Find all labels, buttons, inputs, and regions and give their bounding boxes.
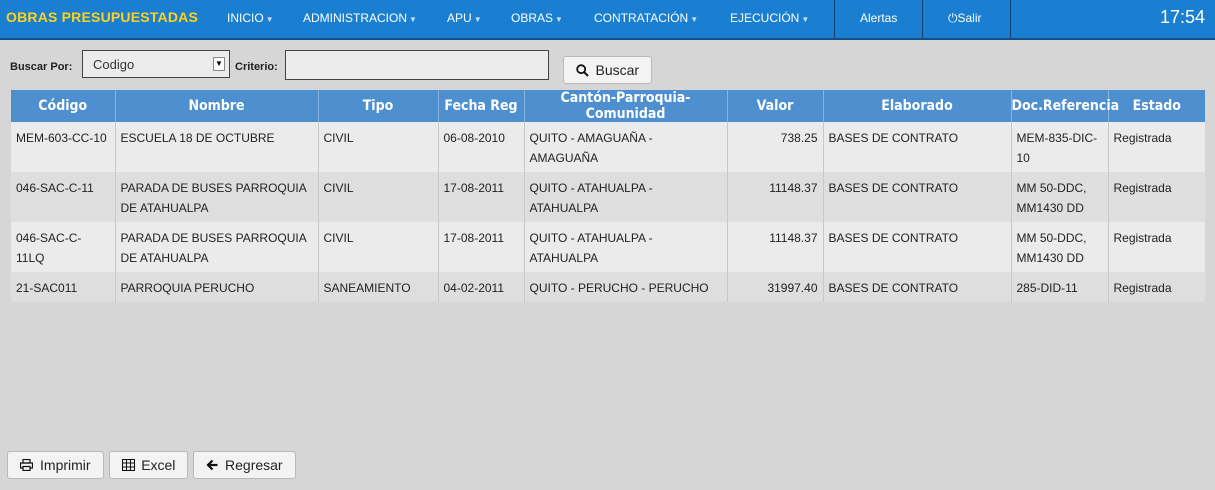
cell-valor: 11148.37 [727, 172, 824, 222]
nav-divider [922, 0, 923, 38]
cell-nombre: PARROQUIA PERUCHO [115, 272, 319, 302]
menu-ejecucion-label: EJECUCIÓN [730, 11, 800, 25]
nav-divider [834, 0, 835, 38]
cell-tipo: SANEAMIENTO [318, 272, 439, 302]
cell-estado: Registrada [1108, 122, 1205, 172]
header-elaborado[interactable]: Elaborado [823, 90, 1012, 122]
chevron-down-icon[interactable]: ▼ [213, 57, 225, 71]
cell-nombre: PARADA DE BUSES PARROQUIA DE ATAHUALPA [115, 222, 319, 272]
excel-label: Excel [141, 457, 176, 473]
clock: 17:54 [1159, 7, 1205, 27]
header-tipo[interactable]: Tipo [318, 90, 439, 122]
regresar-label: Regresar [225, 457, 283, 473]
table-row[interactable]: 21-SAC011 PARROQUIA PERUCHO SANEAMIENTO … [11, 272, 1205, 302]
cell-ubicacion: QUITO - AMAGUAÑA - AMAGUAÑA [524, 122, 728, 172]
cell-estado: Registrada [1108, 222, 1205, 272]
cell-tipo: CIVIL [318, 172, 439, 222]
alerts-link[interactable]: Alertas [860, 11, 897, 25]
criterio-input[interactable] [285, 50, 549, 80]
buscar-por-label: Buscar Por: [10, 61, 73, 73]
chevron-down-icon: ▼ [555, 15, 563, 24]
cell-valor: 11148.37 [727, 222, 824, 272]
table-icon [121, 458, 139, 473]
logout-label: Salir [957, 11, 982, 25]
menu-administracion[interactable]: ADMINISTRACION ▼ [303, 11, 417, 25]
nav-divider [1010, 0, 1011, 38]
excel-button[interactable]: Excel [109, 451, 188, 479]
cell-elaborado: BASES DE CONTRATO [823, 272, 1012, 302]
menu-contratacion[interactable]: CONTRATACIÓN ▼ [594, 11, 698, 25]
menu-contratacion-label: CONTRATACIÓN [594, 11, 689, 25]
menu-administracion-label: ADMINISTRACION [303, 11, 408, 25]
header-codigo[interactable]: Código [11, 90, 116, 122]
header-fecha-reg[interactable]: Fecha Reg [438, 90, 525, 122]
chevron-down-icon: ▼ [473, 15, 482, 24]
header-nombre[interactable]: Nombre [115, 90, 319, 122]
cell-elaborado: BASES DE CONTRATO [823, 172, 1012, 222]
cell-doc-referencia: MM 50-DDC, MM1430 DD [1011, 222, 1109, 272]
imprimir-button[interactable]: Imprimir [7, 451, 104, 479]
chevron-down-icon: ▼ [265, 15, 274, 24]
cell-estado: Registrada [1108, 272, 1205, 302]
chevron-down-icon: ▼ [801, 15, 810, 24]
cell-estado: Registrada [1108, 172, 1205, 222]
cell-doc-referencia: MEM-835-DIC-10 [1011, 122, 1109, 172]
cell-fecha: 04-02-2011 [438, 272, 525, 302]
menu-inicio[interactable]: INICIO ▼ [227, 11, 274, 25]
table-row[interactable]: MEM-603-CC-10 ESCUELA 18 DE OCTUBRE CIVI… [11, 122, 1205, 172]
cell-tipo: CIVIL [318, 222, 439, 272]
buscar-button[interactable]: Buscar [563, 56, 652, 84]
cell-codigo: MEM-603-CC-10 [11, 122, 116, 172]
chevron-down-icon: ▼ [409, 15, 417, 24]
search-icon [576, 63, 593, 78]
menu-apu-label: APU [447, 11, 472, 25]
cell-codigo: 046-SAC-C-11LQ [11, 222, 116, 272]
menu-obras-label: OBRAS [511, 11, 554, 25]
menu-ejecucion[interactable]: EJECUCIÓN ▼ [730, 11, 809, 25]
table-row[interactable]: 046-SAC-C-11LQ PARADA DE BUSES PARROQUIA… [11, 222, 1205, 272]
buscar-por-select[interactable]: Codigo ▼ [82, 50, 230, 78]
chevron-down-icon: ▼ [690, 15, 699, 24]
criterio-label: Criterio: [235, 61, 278, 73]
cell-valor: 738.25 [727, 122, 824, 172]
cell-codigo: 046-SAC-C-11 [11, 172, 116, 222]
cell-tipo: CIVIL [318, 122, 439, 172]
table-row[interactable]: 046-SAC-C-11 PARADA DE BUSES PARROQUIA D… [11, 172, 1205, 222]
menu-inicio-label: INICIO [227, 11, 264, 25]
cell-elaborado: BASES DE CONTRATO [823, 122, 1012, 172]
cell-fecha: 17-08-2011 [438, 172, 525, 222]
table-header-row: Código Nombre Tipo Fecha Reg Cantón-Parr… [11, 90, 1205, 122]
cell-ubicacion: QUITO - PERUCHO - PERUCHO [524, 272, 728, 302]
cell-ubicacion: QUITO - ATAHUALPA - ATAHUALPA [524, 172, 728, 222]
cell-nombre: ESCUELA 18 DE OCTUBRE [115, 122, 319, 172]
cell-elaborado: BASES DE CONTRATO [823, 222, 1012, 272]
header-estado[interactable]: Estado [1108, 90, 1205, 122]
power-icon: ⏻ [948, 11, 958, 25]
results-table: Código Nombre Tipo Fecha Reg Cantón-Parr… [11, 90, 1205, 302]
cell-ubicacion: QUITO - ATAHUALPA - ATAHUALPA [524, 222, 728, 272]
top-navbar: OBRAS PRESUPUESTADAS INICIO ▼ ADMINISTRAC… [0, 0, 1215, 40]
print-icon [20, 458, 37, 473]
menu-apu[interactable]: APU ▼ [447, 11, 482, 25]
cell-doc-referencia: 285-DID-11 [1011, 272, 1109, 302]
imprimir-label: Imprimir [40, 457, 91, 473]
buscar-button-label: Buscar [595, 62, 640, 78]
cell-codigo: 21-SAC011 [11, 272, 116, 302]
menu-obras[interactable]: OBRAS ▼ [511, 11, 563, 25]
regresar-button[interactable]: Regresar [193, 451, 296, 479]
cell-fecha: 17-08-2011 [438, 222, 525, 272]
buscar-por-selected-value: Codigo [93, 57, 135, 72]
cell-fecha: 06-08-2010 [438, 122, 525, 172]
app-title[interactable]: OBRAS PRESUPUESTADAS [6, 9, 198, 25]
cell-nombre: PARADA DE BUSES PARROQUIA DE ATAHUALPA [115, 172, 319, 222]
cell-valor: 31997.40 [727, 272, 824, 302]
cell-doc-referencia: MM 50-DDC, MM1430 DD [1011, 172, 1109, 222]
header-canton-parroquia[interactable]: Cantón-Parroquia-Comunidad [524, 90, 728, 122]
logout-link[interactable]: ⏻Salir [948, 11, 982, 26]
arrow-left-icon [206, 458, 222, 473]
header-doc-referencia[interactable]: Doc.Referencia [1011, 90, 1119, 122]
header-valor[interactable]: Valor [727, 90, 824, 122]
